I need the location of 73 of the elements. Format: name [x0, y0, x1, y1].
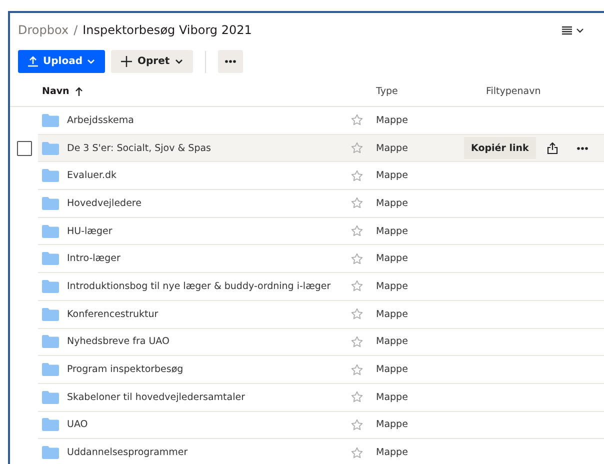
star-icon[interactable]: [351, 280, 363, 292]
star-icon[interactable]: [351, 391, 363, 404]
chevron-icon: [576, 28, 584, 32]
folder-type: Mappe: [376, 170, 409, 182]
folder-name[interactable]: Hovedvejledere: [67, 198, 351, 209]
chevron-icon: [87, 59, 96, 64]
plus-icon: [121, 56, 132, 67]
share-icon[interactable]: [546, 142, 558, 154]
folder-name[interactable]: Skabeloner til hovedvejledersamtaler: [67, 392, 351, 403]
list-view-icon: [562, 26, 572, 34]
folder-name[interactable]: Program inspektorbesøg: [67, 364, 351, 376]
folder-name[interactable]: Uddannelsesprogrammer: [67, 447, 351, 458]
folder-type: Mappe: [376, 336, 409, 348]
chevron-icon: [174, 59, 183, 64]
upload-icon: [28, 56, 38, 67]
folder-icon: [42, 142, 59, 155]
more-button[interactable]: [218, 50, 243, 73]
upload-button[interactable]: Upload: [18, 50, 106, 73]
star-icon[interactable]: [351, 252, 363, 265]
star-icon[interactable]: [351, 197, 363, 210]
column-header[interactable]: Type: [376, 86, 486, 97]
star-icon[interactable]: [351, 225, 363, 238]
folder-icon: [42, 280, 59, 293]
view-switcher[interactable]: [562, 26, 584, 34]
star-icon[interactable]: [351, 114, 363, 126]
folder-name[interactable]: Konferencestruktur: [67, 308, 351, 320]
folder-icon: [42, 196, 59, 210]
breadcrumb-link[interactable]: Dropbox: [18, 23, 69, 37]
star-icon[interactable]: [351, 142, 363, 154]
star-icon[interactable]: [351, 308, 363, 320]
folder-name[interactable]: De 3 S'er: Socialt, Sjov & Spas: [67, 142, 351, 154]
folder-icon: [42, 169, 59, 182]
copy-link-button[interactable]: Kopiér link: [464, 137, 536, 160]
folder-icon: [42, 363, 59, 376]
star-icon[interactable]: [351, 336, 363, 348]
folder-type: Mappe: [376, 280, 409, 292]
folder-type: Mappe: [376, 447, 409, 458]
folder-type: Mappe: [376, 392, 409, 403]
folder-type: Mappe: [376, 364, 409, 376]
name-column-header[interactable]: Navn: [42, 86, 351, 97]
folder-icon: [42, 224, 59, 238]
folder-name[interactable]: Evaluer.dk: [67, 170, 351, 182]
folder-name[interactable]: Nyhedsbreve fra UAO: [67, 336, 351, 348]
create-button[interactable]: Opret: [111, 50, 193, 73]
folder-title: Inspektorbesøg Viborg 2021: [82, 23, 252, 37]
row-checkbox[interactable]: [16, 141, 32, 156]
folder-icon: [42, 335, 59, 348]
folder-type: Mappe: [376, 198, 409, 209]
folder-name[interactable]: Introduktionsbog til nye læger & buddy-ordning i-læger: [67, 280, 351, 292]
star-icon[interactable]: [351, 418, 363, 431]
more-icon[interactable]: [576, 146, 588, 150]
folder-type: Mappe: [376, 308, 409, 320]
folder-type: Mappe: [376, 226, 409, 237]
folder-icon: [42, 446, 59, 460]
folder-icon: [42, 114, 59, 127]
folder-name[interactable]: HU-læger: [67, 226, 351, 237]
more-icon: [224, 60, 236, 63]
folder-name[interactable]: Intro-læger: [67, 253, 351, 264]
folder-icon: [42, 252, 59, 266]
folder-type: Mappe: [376, 419, 409, 430]
folder-icon: [42, 308, 59, 321]
folder-type: Mappe: [376, 253, 409, 264]
column-header[interactable]: Filtypenavn: [486, 86, 604, 97]
star-icon[interactable]: [351, 364, 363, 376]
folder-name[interactable]: Arbejdsskema: [67, 114, 351, 126]
folder-icon: [42, 390, 59, 404]
star-icon[interactable]: [351, 446, 363, 459]
folder-icon: [42, 418, 59, 432]
breadcrumb-separator: /: [74, 23, 78, 37]
sort-ascending-icon: [75, 87, 84, 96]
folder-name[interactable]: UAO: [67, 419, 351, 430]
star-icon[interactable]: [351, 170, 363, 182]
folder-type: Mappe: [376, 114, 409, 126]
